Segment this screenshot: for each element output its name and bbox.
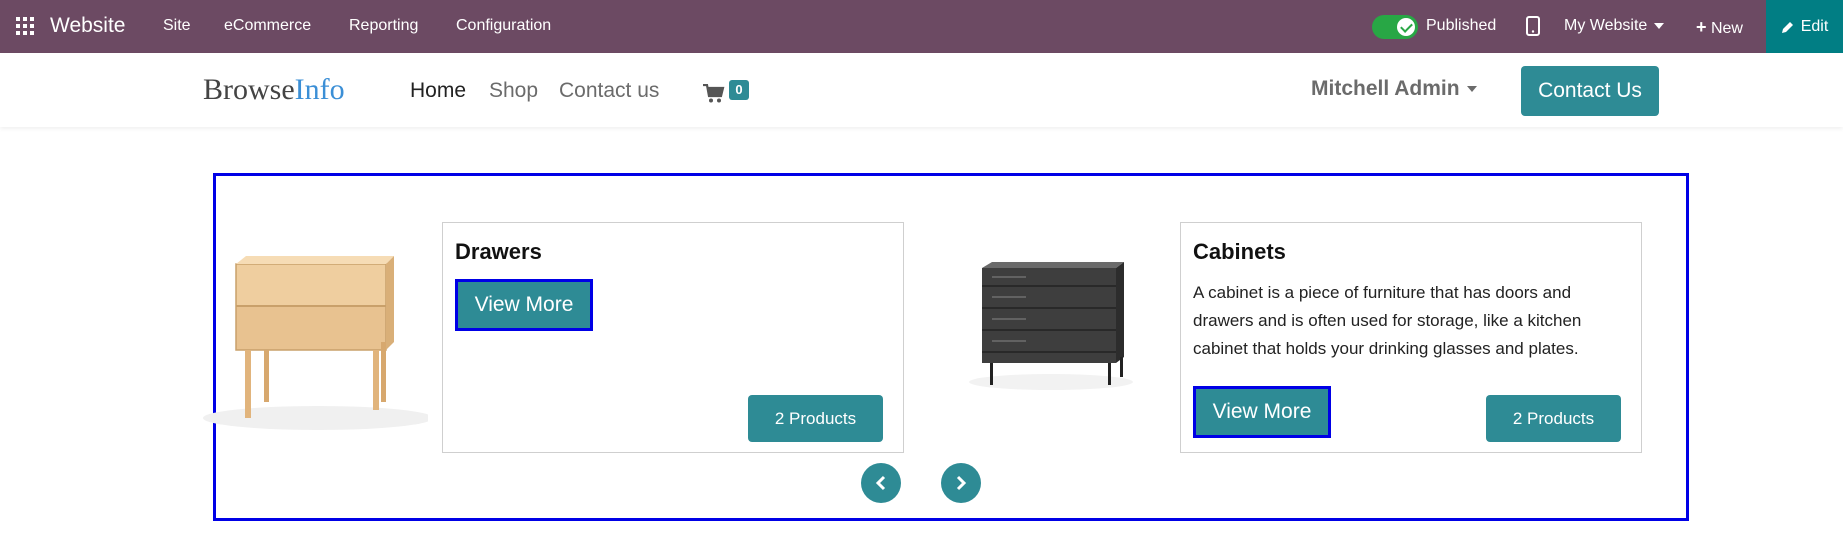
category-description: A cabinet is a piece of furniture that h… <box>1193 283 1582 358</box>
carousel-next-button[interactable] <box>941 463 981 503</box>
published-toggle[interactable] <box>1372 15 1418 39</box>
pencil-icon <box>1781 21 1793 33</box>
chevron-left-icon <box>875 475 886 491</box>
category-title: Drawers <box>455 239 542 264</box>
category-card-drawers: Drawers View More 2 Products <box>442 222 904 453</box>
view-more-button[interactable]: View More <box>1193 386 1331 438</box>
carousel-prev-button[interactable] <box>861 463 901 503</box>
new-button[interactable]: + New <box>1696 17 1743 38</box>
new-button-label: New <box>1710 20 1743 37</box>
category-card-cabinets: Cabinets A cabinet is a piece of furnitu… <box>1180 222 1642 453</box>
shopping-cart-icon <box>703 84 725 103</box>
edit-button[interactable]: Edit <box>1766 0 1843 53</box>
user-name: Mitchell Admin <box>1311 77 1460 100</box>
nav-shop[interactable]: Shop <box>489 79 538 103</box>
site-logo[interactable]: BrowseInfo <box>203 73 345 107</box>
menu-ecommerce[interactable]: eCommerce <box>224 17 311 35</box>
chevron-right-icon <box>956 475 967 491</box>
logo-text-accent: Info <box>294 73 345 106</box>
cart-count-badge: 0 <box>729 80 749 100</box>
products-count-button[interactable]: 2 Products <box>748 395 883 442</box>
nav-contact-us[interactable]: Contact us <box>559 79 659 103</box>
website-selector[interactable]: My Website <box>1564 17 1665 35</box>
caret-down-icon <box>1466 86 1477 93</box>
cart-link[interactable]: 0 <box>703 80 753 110</box>
admin-top-bar: Website Site eCommerce Reporting Configu… <box>0 0 1843 53</box>
products-count-button[interactable]: 2 Products <box>1486 395 1621 442</box>
website-selector-label: My Website <box>1564 17 1648 34</box>
apps-grid-icon[interactable] <box>16 17 34 35</box>
published-label[interactable]: Published <box>1426 17 1496 35</box>
check-icon <box>1397 18 1415 36</box>
user-menu[interactable]: Mitchell Admin <box>1311 77 1477 101</box>
dresser-image <box>969 262 1133 390</box>
site-header: BrowseInfo Home Shop Contact us 0 Mitche… <box>0 53 1843 127</box>
app-name[interactable]: Website <box>50 14 125 38</box>
contact-us-button[interactable]: Contact Us <box>1521 66 1659 116</box>
plus-icon: + <box>1696 17 1707 37</box>
caret-down-icon <box>1654 22 1665 29</box>
menu-site[interactable]: Site <box>163 17 191 35</box>
view-more-button[interactable]: View More <box>455 279 593 331</box>
drawer-cabinet-image <box>203 256 428 430</box>
menu-configuration[interactable]: Configuration <box>456 17 551 35</box>
logo-text-main: Browse <box>203 73 295 106</box>
nav-home[interactable]: Home <box>410 79 466 103</box>
mobile-preview-icon[interactable] <box>1526 16 1540 36</box>
edit-button-label: Edit <box>1800 17 1829 35</box>
category-title: Cabinets <box>1193 239 1286 264</box>
menu-reporting[interactable]: Reporting <box>349 17 418 35</box>
